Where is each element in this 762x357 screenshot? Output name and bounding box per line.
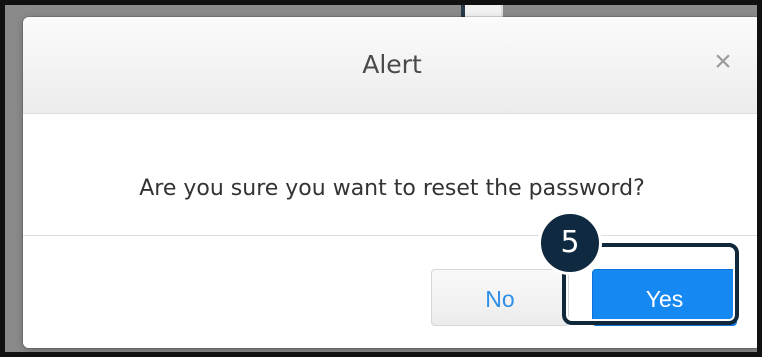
yes-button[interactable]: Yes [592,269,737,326]
dialog-footer: No Yes [23,236,757,348]
dialog-title: Alert [362,50,422,79]
dialog-message: Are you sure you want to reset the passw… [139,176,645,201]
alert-dialog: Alert × Are you sure you want to reset t… [23,17,757,348]
close-icon[interactable]: × [709,47,737,77]
dialog-header: Alert × [23,17,757,114]
dialog-body: Are you sure you want to reset the passw… [23,114,757,236]
step-badge: 5 [538,211,602,275]
no-button[interactable]: No [431,269,569,326]
screenshot-frame: Alert × Are you sure you want to reset t… [0,0,762,357]
